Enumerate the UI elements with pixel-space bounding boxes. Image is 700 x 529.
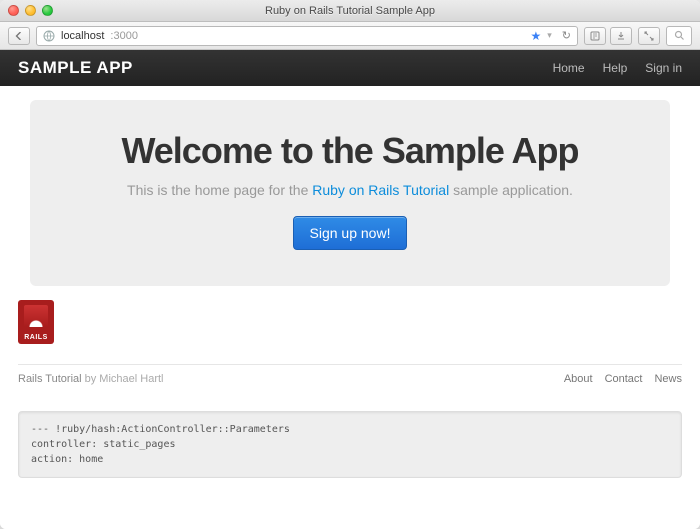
- footer: Rails Tutorial by Michael Hartl About Co…: [0, 373, 700, 397]
- search-box[interactable]: [666, 26, 692, 46]
- footer-divider: [18, 364, 682, 365]
- lead-link[interactable]: Ruby on Rails Tutorial: [312, 182, 449, 198]
- nav-link-signin[interactable]: Sign in: [645, 61, 682, 75]
- traffic-lights: [8, 5, 53, 16]
- reader-button[interactable]: [584, 27, 606, 45]
- footer-right: About Contact News: [564, 373, 682, 385]
- downloads-button[interactable]: [610, 27, 632, 45]
- address-bar[interactable]: localhost :3000 ★ ▾ ↻: [36, 26, 578, 46]
- bookmark-star-icon[interactable]: ★: [530, 29, 541, 43]
- close-window-button[interactable]: [8, 5, 19, 16]
- app-navbar: SAMPLE APP Home Help Sign in: [0, 50, 700, 86]
- hero-heading: Welcome to the Sample App: [50, 130, 650, 172]
- window-title: Ruby on Rails Tutorial Sample App: [265, 5, 435, 17]
- lead-post: sample application.: [449, 182, 573, 198]
- rails-logo-label: RAILS: [24, 334, 48, 341]
- debug-dump: --- !ruby/hash:ActionController::Paramet…: [18, 411, 682, 478]
- page-content: SAMPLE APP Home Help Sign in Welcome to …: [0, 50, 700, 529]
- nav-links: Home Help Sign in: [553, 61, 682, 75]
- browser-window: Ruby on Rails Tutorial Sample App localh…: [0, 0, 700, 529]
- hero-unit: Welcome to the Sample App This is the ho…: [30, 100, 670, 286]
- nav-link-help[interactable]: Help: [603, 61, 628, 75]
- brand-logo[interactable]: SAMPLE APP: [18, 58, 133, 78]
- footer-link-about[interactable]: About: [564, 373, 593, 385]
- minimize-window-button[interactable]: [25, 5, 36, 16]
- hero-lead: This is the home page for the Ruby on Ra…: [50, 182, 650, 198]
- window-titlebar: Ruby on Rails Tutorial Sample App: [0, 0, 700, 22]
- url-port: :3000: [110, 30, 138, 42]
- reload-icon[interactable]: ↻: [562, 29, 571, 42]
- globe-icon: [43, 30, 55, 42]
- browser-toolbar: localhost :3000 ★ ▾ ↻: [0, 22, 700, 50]
- footer-site-link[interactable]: Rails Tutorial: [18, 373, 82, 385]
- nav-link-home[interactable]: Home: [553, 61, 585, 75]
- zoom-window-button[interactable]: [42, 5, 53, 16]
- footer-byline: by Michael Hartl: [82, 373, 164, 385]
- footer-left: Rails Tutorial by Michael Hartl: [18, 373, 164, 385]
- fullscreen-button[interactable]: [638, 27, 660, 45]
- dropdown-icon[interactable]: ▾: [547, 30, 552, 41]
- footer-link-news[interactable]: News: [654, 373, 682, 385]
- rails-logo[interactable]: RAILS: [18, 300, 54, 344]
- back-button[interactable]: [8, 27, 30, 45]
- lead-pre: This is the home page for the: [127, 182, 312, 198]
- url-host: localhost: [61, 30, 104, 42]
- signup-button[interactable]: Sign up now!: [293, 216, 408, 250]
- footer-link-contact[interactable]: Contact: [605, 373, 643, 385]
- toolbar-right-group: [584, 27, 632, 45]
